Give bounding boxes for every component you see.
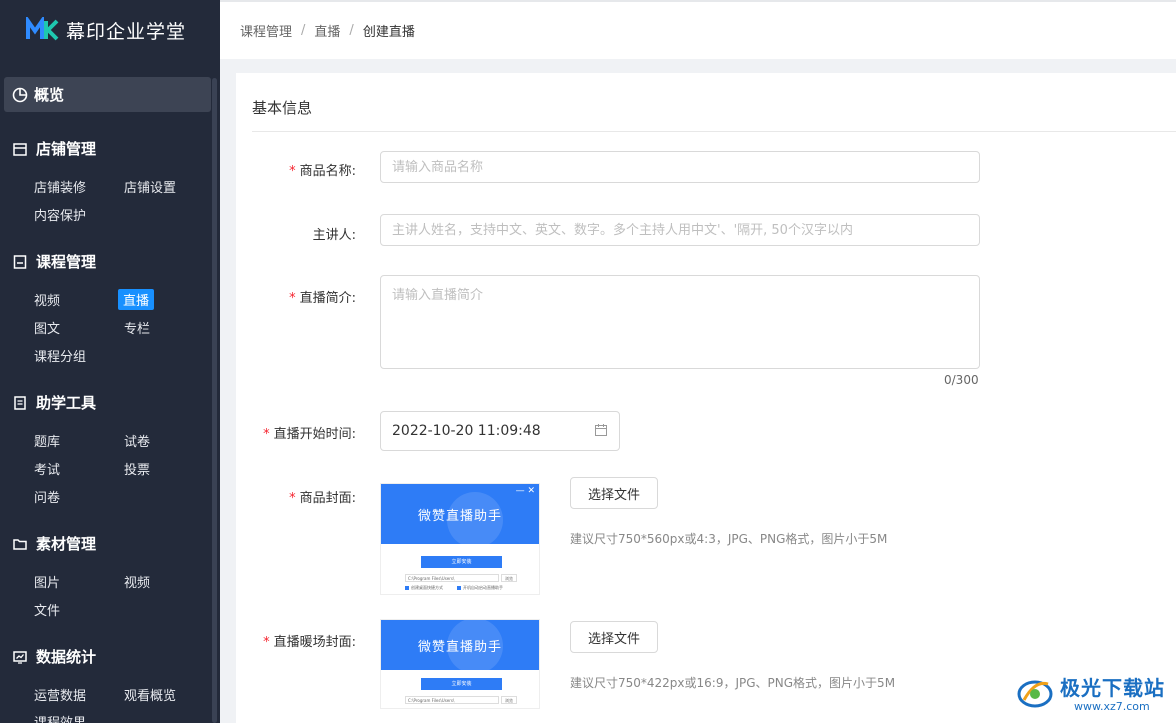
watermark-url: www.xz7.com xyxy=(1074,700,1150,713)
sidebar-item-ops-data[interactable]: 运营数据 xyxy=(34,685,86,704)
sidebar-group-assets[interactable]: 素材管理 xyxy=(12,533,96,554)
watermark-title: 极光下载站 xyxy=(1060,676,1165,700)
sidebar-item-images[interactable]: 图片 xyxy=(34,572,60,591)
warmup-cover-label: * 直播暖场封面: xyxy=(263,635,356,650)
required-mark: * xyxy=(289,491,296,506)
cover-preview-title: 微赞直播助手 xyxy=(417,508,502,524)
intro-char-counter: 0/300 xyxy=(944,373,979,387)
sidebar-item-files[interactable]: 文件 xyxy=(34,600,60,619)
sidebar-item-course-effect[interactable]: 课程效果 xyxy=(34,712,86,723)
start-time-label: * 直播开始时间: xyxy=(263,427,356,442)
sidebar-group-label: 店铺管理 xyxy=(36,140,97,158)
section-title: 基本信息 xyxy=(252,99,313,117)
chart-icon xyxy=(12,649,28,665)
sidebar-group-label: 数据统计 xyxy=(36,648,97,666)
warmup-cover-select-file-button[interactable]: 选择文件 xyxy=(570,621,658,653)
sidebar-item-live[interactable]: 直播 xyxy=(118,289,155,310)
sidebar-item-video[interactable]: 视频 xyxy=(34,290,60,309)
sidebar-group-stats[interactable]: 数据统计 xyxy=(12,646,96,667)
sidebar-item-course-group[interactable]: 课程分组 xyxy=(34,346,86,365)
required-mark: * xyxy=(289,291,296,306)
cover-preview-image: 微赞直播助手 — ✕ 立即安装 C:\Program Files\Users\ … xyxy=(380,483,540,595)
brand-name: 幕印企业学堂 xyxy=(66,20,187,43)
warmup-cover-preview-image: 微赞直播助手 立即安装 C:\Program Files\Users\ 浏览 xyxy=(380,619,540,709)
warmup-preview-banner: 微赞直播助手 xyxy=(381,620,539,674)
sidebar-group-label: 助学工具 xyxy=(36,394,97,412)
host-label: 主讲人: xyxy=(312,228,356,243)
cover-size-hint: 建议尺寸750*560px或4:3，JPG、PNG格式，图片小于5M xyxy=(570,532,888,546)
sidebar-item-paper[interactable]: 试卷 xyxy=(124,431,150,450)
book-icon xyxy=(12,254,28,270)
sidebar-item-overview[interactable]: 概览 xyxy=(4,77,211,112)
breadcrumb-item[interactable]: 直播 xyxy=(314,21,340,40)
sidebar-item-videos[interactable]: 视频 xyxy=(124,572,150,591)
form-card: 基本信息 *商品名称: 主讲人: *直播简介: 0/300 *直播开始时间: 2… xyxy=(236,73,1176,723)
sidebar: 幕印企业学堂 概览 店铺管理 店铺装修 店铺设置 内容保护 课程管理 视频 直播… xyxy=(0,0,220,723)
sidebar-item-question-bank[interactable]: 题库 xyxy=(34,431,60,450)
warmup-cover-size-hint: 建议尺寸750*422px或16:9，JPG、PNG格式，图片小于5M xyxy=(570,676,896,690)
sidebar-item-shop-decor[interactable]: 店铺装修 xyxy=(34,177,86,196)
product-name-label: * 商品名称: xyxy=(289,164,356,179)
warmup-preview-browse: 浏览 xyxy=(501,696,517,704)
warmup-preview-install: 立即安装 xyxy=(421,678,502,690)
cover-preview-check: 创建桌面快捷方式 xyxy=(405,585,443,591)
sidebar-item-overview-label: 概览 xyxy=(34,86,65,104)
sidebar-group-course[interactable]: 课程管理 xyxy=(12,251,96,272)
sidebar-item-article[interactable]: 图文 xyxy=(34,318,60,337)
warmup-preview-title: 微赞直播助手 xyxy=(417,639,502,655)
sidebar-item-view-overview[interactable]: 观看概览 xyxy=(124,685,176,704)
cover-preview-install: 立即安装 xyxy=(421,556,502,568)
sidebar-item-vote[interactable]: 投票 xyxy=(124,459,150,478)
start-time-value: 2022-10-20 11:09:48 xyxy=(392,423,541,439)
cover-preview-browse: 浏览 xyxy=(501,574,517,582)
cover-preview-path: C:\Program Files\Users\ xyxy=(405,574,499,582)
folder-icon xyxy=(12,536,28,552)
calendar-icon[interactable] xyxy=(595,424,607,436)
sidebar-group-shop[interactable]: 店铺管理 xyxy=(12,138,96,159)
sidebar-item-shop-settings[interactable]: 店铺设置 xyxy=(124,177,176,196)
host-input[interactable] xyxy=(380,214,980,246)
sidebar-group-label: 素材管理 xyxy=(36,535,97,553)
required-mark: * xyxy=(289,164,296,179)
intro-label: * 直播简介: xyxy=(289,291,356,306)
sidebar-item-column[interactable]: 专栏 xyxy=(124,318,150,337)
breadcrumb-separator: / xyxy=(301,23,306,38)
clipboard-icon xyxy=(12,395,28,411)
brand-logo[interactable]: 幕印企业学堂 xyxy=(0,0,220,60)
sidebar-item-content-protect[interactable]: 内容保护 xyxy=(34,205,86,224)
sidebar-item-survey[interactable]: 问卷 xyxy=(34,487,60,506)
required-mark: * xyxy=(263,427,270,442)
cover-preview-check: 开机自动启动直播助手 xyxy=(457,585,503,591)
section-divider xyxy=(252,131,1176,132)
breadcrumb: 课程管理 / 直播 / 创建直播 xyxy=(220,0,1176,59)
start-time-picker[interactable]: 2022-10-20 11:09:48 xyxy=(380,411,620,451)
cover-select-file-button[interactable]: 选择文件 xyxy=(570,477,658,509)
pie-chart-icon xyxy=(12,87,28,103)
cover-label: * 商品封面: xyxy=(289,491,356,506)
watermark: 极光下载站 www.xz7.com xyxy=(1012,668,1172,720)
required-mark: * xyxy=(263,635,270,650)
sidebar-group-label: 课程管理 xyxy=(36,253,97,271)
close-icon: — ✕ xyxy=(515,486,535,496)
shop-icon xyxy=(12,141,28,157)
breadcrumb-separator: / xyxy=(349,23,354,38)
breadcrumb-item[interactable]: 课程管理 xyxy=(240,21,292,40)
breadcrumb-current: 创建直播 xyxy=(362,25,415,40)
intro-textarea[interactable] xyxy=(380,275,980,369)
brand-logo-icon xyxy=(26,17,60,43)
warmup-preview-path: C:\Program Files\Users\ xyxy=(405,696,499,704)
sidebar-scrollbar[interactable] xyxy=(212,78,217,723)
product-name-input[interactable] xyxy=(380,151,980,183)
sidebar-group-tools[interactable]: 助学工具 xyxy=(12,392,96,413)
cover-preview-banner: 微赞直播助手 — ✕ xyxy=(381,484,539,548)
sidebar-item-exam[interactable]: 考试 xyxy=(34,459,60,478)
watermark-logo-icon xyxy=(1016,674,1054,712)
